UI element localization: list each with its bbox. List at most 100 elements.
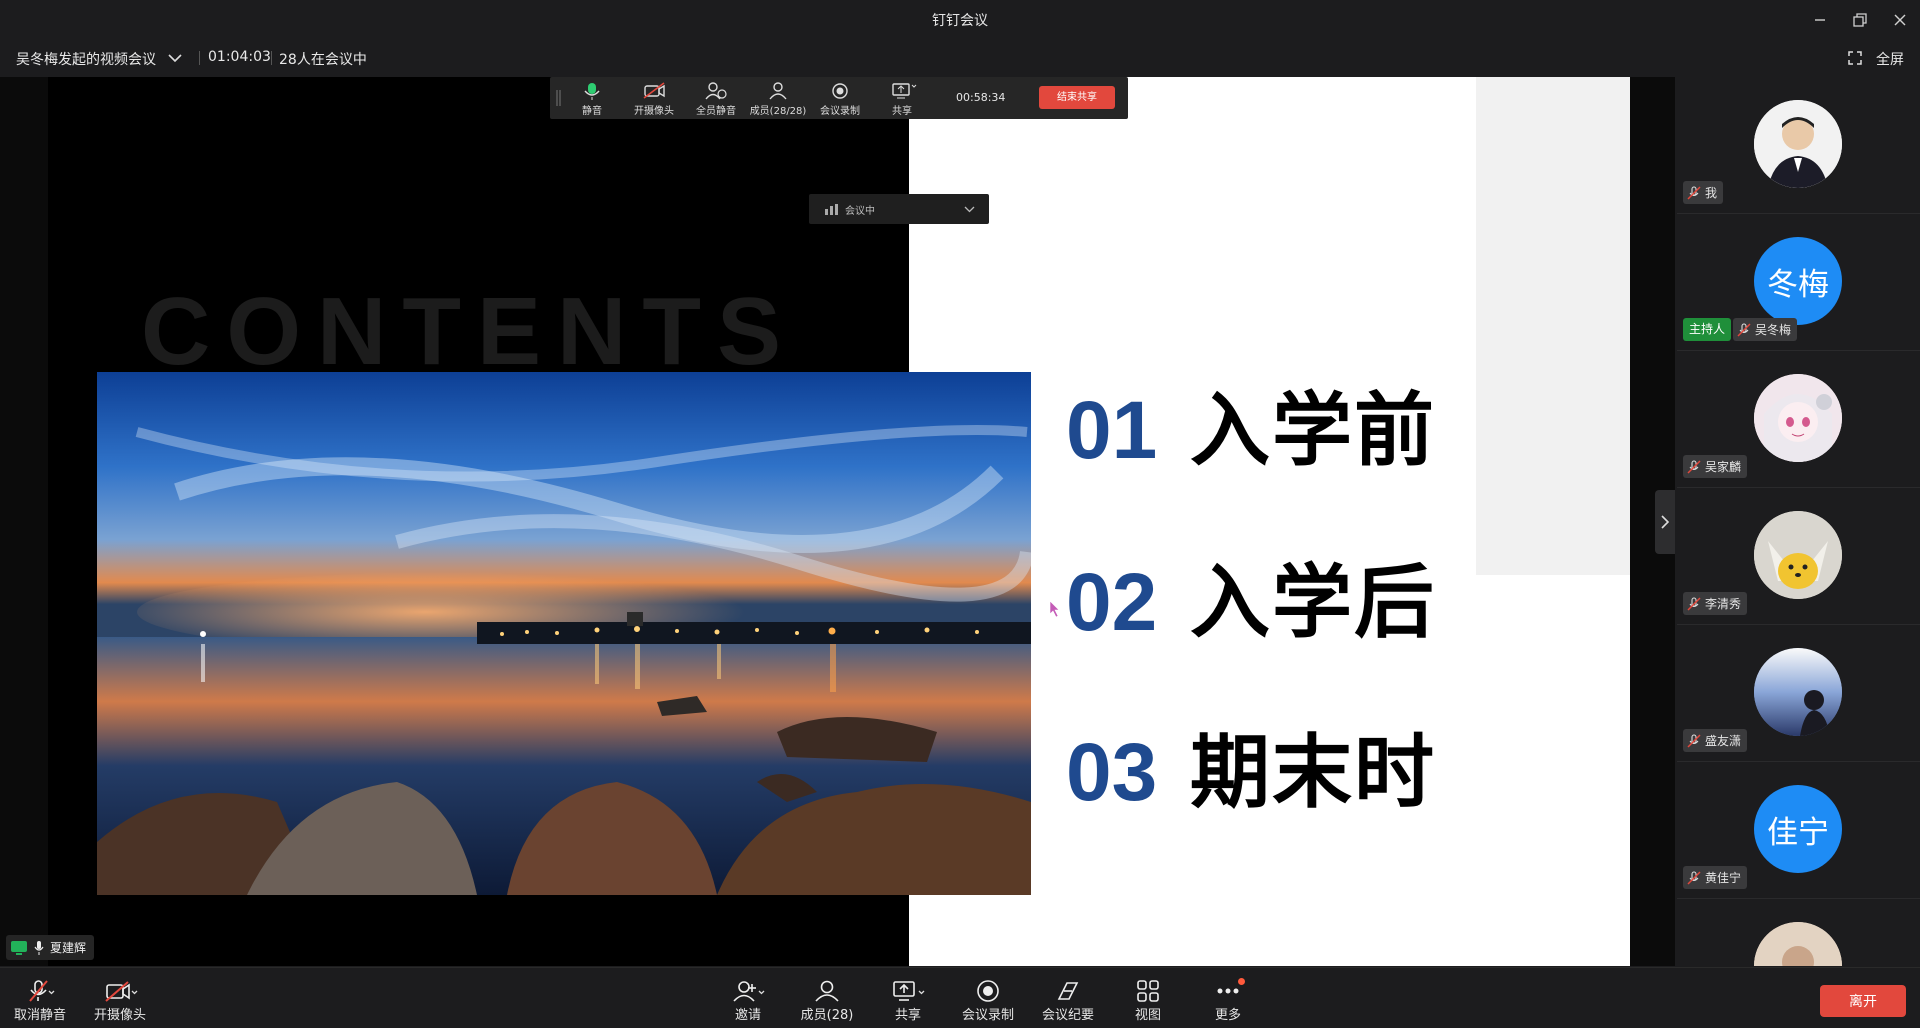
share-mute-button[interactable]: 静音 [562,81,622,117]
host-badge: 主持人 [1683,318,1732,341]
participant-tile[interactable]: 盛友潇 [1677,625,1920,762]
leave-button[interactable]: 离开 [1820,985,1906,1017]
record-icon [832,83,848,99]
participant-name-tag: 李清秀 [1683,592,1748,615]
meeting-status-pill[interactable]: 会议中 [809,194,989,224]
attendee-count: 28人在会议中 [279,52,367,68]
participant-tile[interactable]: 佳宁 黄佳宁 [1677,762,1920,899]
minimize-icon [1815,19,1825,21]
title-bar: 钉钉会议 [0,0,1920,40]
mute-all-icon [705,82,727,100]
slide-grey-block [1476,77,1630,575]
notification-dot [1238,978,1245,985]
elapsed-time: 01:04:03 [208,49,271,65]
muted-mic-icon [1687,459,1701,474]
signal-bars-icon [825,204,838,215]
camera-off-icon [105,981,138,1002]
muted-mic-icon [29,980,55,1002]
toc-number: 02 [1066,557,1158,648]
anime-avatar-icon [1754,374,1842,462]
restore-icon [1853,13,1867,27]
muted-mic-icon [1687,733,1701,748]
mouse-cursor-icon [1049,600,1060,618]
participant-tile[interactable]: 吴家麟 [1677,351,1920,488]
members-label: 成员(28) [800,1008,854,1023]
meeting-window: 钉钉会议 吴冬梅发起的视频会议 01:04:03 28人在会议中 全屏 CONT… [0,0,1920,1028]
slide-bg-word: CONTENTS [141,278,797,385]
participant-name-tag: 吴家麟 [1683,455,1748,478]
meeting-status-label: 会议中 [845,206,875,217]
share-mute-all-label: 全员静音 [696,106,736,117]
avatar [1754,374,1842,462]
participant-tile[interactable] [1677,899,1920,966]
chevron-down-icon[interactable] [168,53,182,63]
members-button[interactable]: 成员(28) [787,978,867,1023]
invite-button[interactable]: 邀请 [708,978,788,1023]
restore-button[interactable] [1840,6,1880,34]
speaker-name: 夏建辉 [50,941,87,955]
participant-name: 吴家麟 [1705,460,1742,474]
camera-button[interactable]: 开摄像头 [80,978,160,1023]
screen-share-icon [893,981,925,1001]
slide-landscape-photo [97,372,1031,895]
divider [199,51,200,65]
close-icon [1894,14,1906,26]
toc-item: 01 入学前 [1066,366,1436,482]
share-timer: 00:58:34 [956,91,1006,104]
fullscreen-icon[interactable] [1848,51,1862,65]
camera-off-icon [643,82,665,99]
participant-tile[interactable]: 冬梅 主持人 吴冬梅 [1677,214,1920,351]
toc-item: 02 入学后 [1066,538,1436,654]
screen-share-icon [892,83,917,99]
meeting-name[interactable]: 吴冬梅发起的视频会议 [16,49,156,69]
unmute-button[interactable]: 取消静音 [0,978,80,1023]
fullscreen-button[interactable]: 全屏 [1876,49,1904,69]
participant-name: 黄佳宁 [1705,871,1742,885]
participant-name: 盛友潇 [1705,734,1742,748]
muted-mic-icon [1687,185,1701,200]
share-mute-all-button[interactable]: 全员静音 [686,81,746,117]
close-button[interactable] [1880,6,1920,34]
avatar [1754,100,1842,188]
muted-mic-icon [1687,870,1701,885]
collapse-sidebar-button[interactable] [1655,490,1675,554]
participant-tile[interactable]: 李清秀 [1677,488,1920,625]
share-share-button[interactable]: 共享 [872,81,932,117]
toc-text: 期末时 [1190,726,1436,819]
end-share-button[interactable]: 结束共享 [1039,86,1115,109]
participant-name-tag: 吴冬梅 [1733,318,1798,341]
muted-mic-icon [1737,322,1751,337]
share-record-label: 会议录制 [820,106,860,117]
unmute-label: 取消静音 [13,1008,66,1023]
minutes-button[interactable]: 会议纪要 [1028,978,1108,1023]
participant-tile[interactable]: 我 [1677,77,1920,214]
participant-name: 吴冬梅 [1755,323,1792,337]
chevron-right-icon [1661,515,1670,529]
share-share-label: 共享 [892,106,912,117]
participant-name-tag: 黄佳宁 [1683,866,1748,889]
share-camera-button[interactable]: 开摄像头 [624,81,684,117]
chevron-down-icon [964,206,975,213]
sky-avatar-icon [1754,648,1842,736]
share-members-button[interactable]: 成员(28/28) [748,81,808,117]
avatar [1754,648,1842,736]
microphone-icon [584,83,600,100]
minimize-button[interactable] [1800,6,1840,34]
participant-name-tag: 盛友潇 [1683,729,1748,752]
participant-name-tag: 我 [1683,181,1724,204]
share-record-button[interactable]: 会议录制 [810,81,870,117]
invite-icon [733,981,765,1002]
record-button[interactable]: 会议录制 [948,978,1028,1023]
more-button[interactable]: 更多 [1188,978,1268,1023]
avatar: 佳宁 [1754,785,1842,873]
minutes-label: 会议纪要 [1041,1008,1094,1023]
record-label: 会议录制 [961,1008,1014,1023]
person-photo-icon [1754,100,1842,188]
view-button[interactable]: 视图 [1108,978,1188,1023]
record-icon [977,980,999,1002]
meeting-info-bar: 吴冬梅发起的视频会议 01:04:03 28人在会议中 全屏 [0,40,1920,76]
members-icon [815,980,839,1002]
camera-label: 开摄像头 [93,1008,146,1023]
avatar [1754,511,1842,599]
share-button[interactable]: 共享 [868,978,948,1023]
